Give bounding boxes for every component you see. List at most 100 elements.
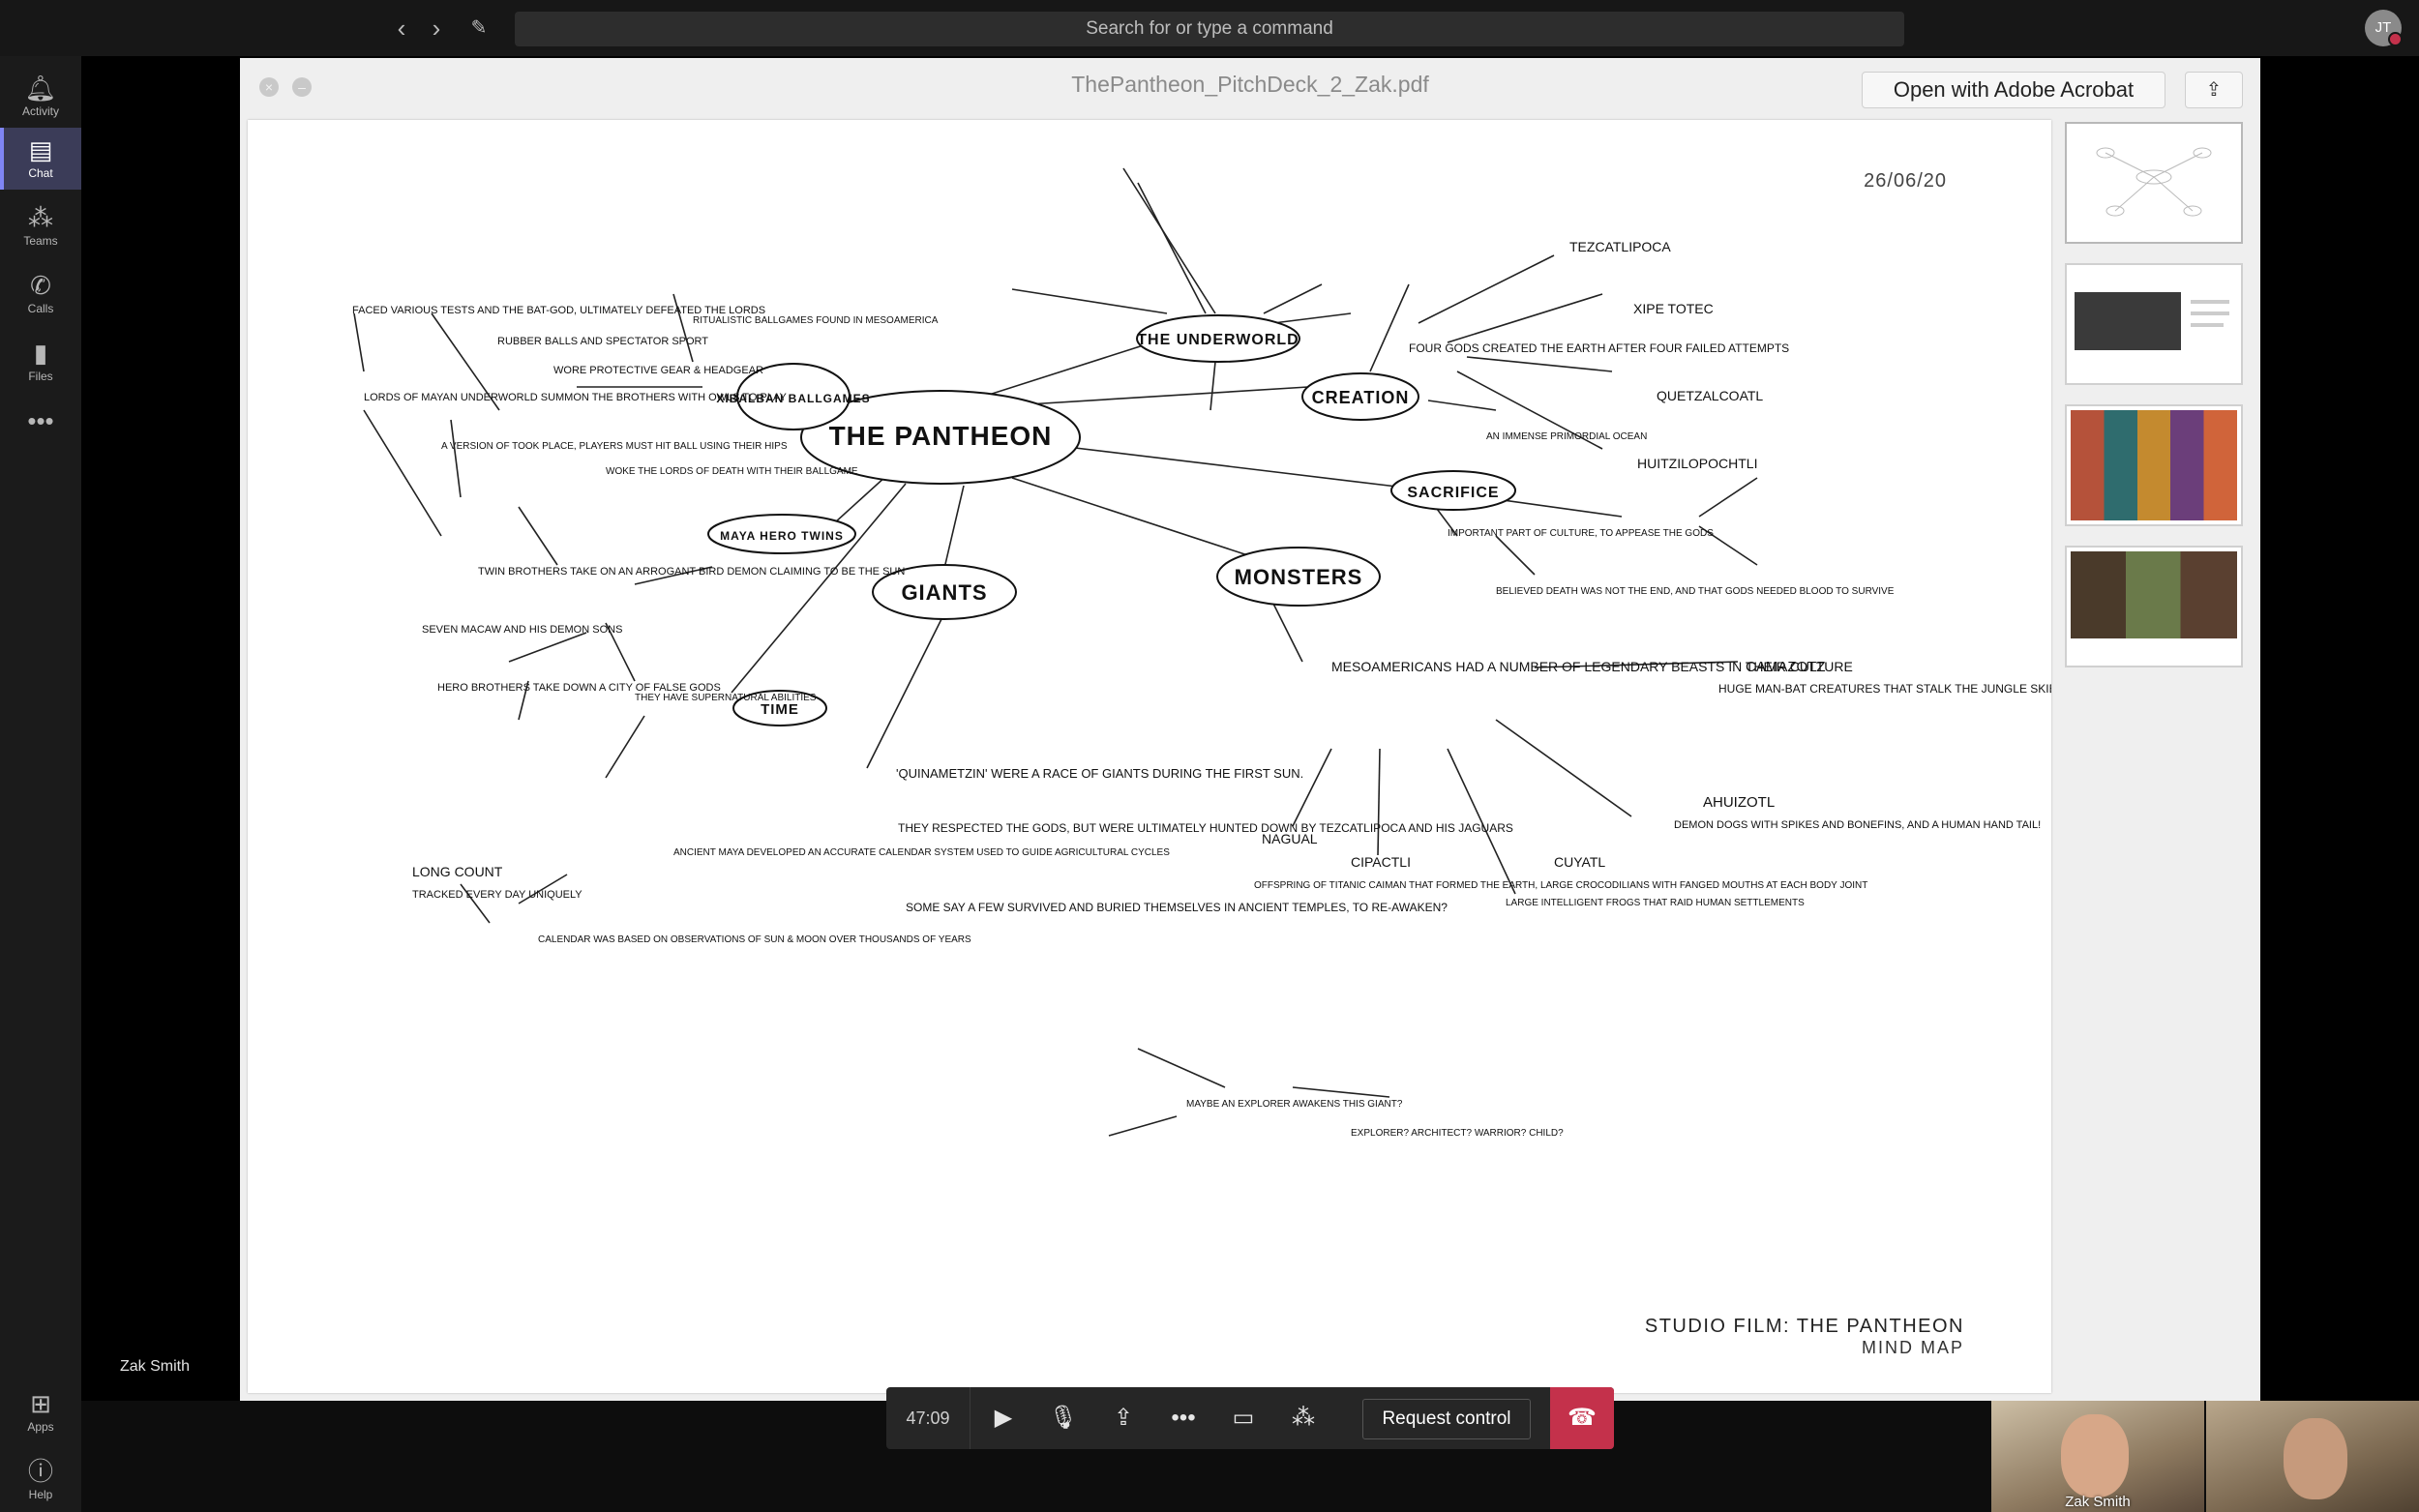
rail-label: Files	[28, 370, 53, 383]
user-avatar[interactable]: JT	[2365, 10, 2403, 46]
thumbnail-photo-grid	[2071, 551, 2237, 638]
call-controls: 47:09 ▶ 🎙︎ ⇪ ••• ▭ ⁂ Request control ☎	[886, 1387, 1614, 1449]
microphone-icon[interactable]: 🎙︎	[1033, 1387, 1093, 1449]
rail-item-apps[interactable]: ⊞ Apps	[0, 1381, 81, 1443]
phone-icon: ✆	[30, 271, 51, 300]
note-twin-brothers: TWIN BROTHERS TAKE ON AN ARROGANT BIRD D…	[478, 566, 905, 578]
footer-title: STUDIO FILM: THE PANTHEON	[1644, 1316, 1964, 1337]
file-icon: ▮	[33, 339, 48, 368]
help-icon: ⓘ	[27, 1457, 53, 1486]
note-lords-maya: LORDS OF MAYAN UNDERWORLD SUMMON THE BRO…	[364, 392, 787, 403]
note-long-count-desc: TRACKED EVERY DAY UNIQUELY	[412, 889, 582, 901]
note-maybe-explorer: MAYBE AN EXPLORER AWAKENS THIS GIANT?	[1186, 1099, 1403, 1110]
note-version: A VERSION OF TOOK PLACE, PLAYERS MUST HI…	[441, 441, 788, 452]
rail-label: Help	[28, 1488, 53, 1501]
giants-label: GIANTS	[901, 580, 987, 605]
note-ahuizotl-desc: DEMON DOGS WITH SPIKES AND BONEFINS, AND…	[1674, 819, 2041, 831]
presence-indicator	[2388, 32, 2403, 46]
compose-icon[interactable]: ✎	[464, 14, 493, 43]
page-thumbnail-4[interactable]	[2065, 546, 2243, 667]
top-bar: ‹ › ✎ Search for or type a command JT	[0, 0, 2419, 56]
participant-tile[interactable]: Zak Smith	[1991, 1401, 2204, 1512]
participant-name: Zak Smith	[2065, 1494, 2131, 1510]
monsters-label: MONSTERS	[1235, 565, 1363, 589]
chat-icon: ▤	[28, 135, 53, 164]
note-cipactli: CIPACTLI	[1351, 854, 1411, 870]
note-ocean: AN IMMENSE PRIMORDIAL OCEAN	[1486, 431, 1647, 442]
note-cipactli-desc: OFFSPRING OF TITANIC CAIMAN THAT FORMED …	[1254, 880, 1867, 891]
open-with-acrobat-button[interactable]: Open with Adobe Acrobat	[1862, 72, 2165, 108]
pdf-viewer: × – ThePantheon_PitchDeck_2_Zak.pdf Open…	[240, 58, 2260, 1401]
page-thumbnail-3[interactable]	[2065, 404, 2243, 526]
page-footer: STUDIO FILM: THE PANTHEON MIND MAP	[1645, 1316, 1964, 1358]
note-long-count: LONG COUNT	[412, 864, 503, 879]
note-ritualistic: RITUALISTIC BALLGAMES FOUND IN MESOAMERI…	[693, 315, 939, 326]
mind-map-labels: THE PANTHEON THE UNDERWORLD CREATION SAC…	[352, 239, 2051, 1139]
note-important: IMPORTANT PART OF CULTURE, TO APPEASE TH…	[1448, 528, 1714, 539]
more-icon: •••	[27, 406, 54, 435]
thumbnail-image	[2075, 292, 2181, 350]
note-respected: THEY RESPECTED THE GODS, BUT WERE ULTIMA…	[898, 821, 1513, 835]
note-rubber-balls: RUBBER BALLS AND SPECTATOR SPORT	[497, 336, 708, 347]
time-label: TIME	[761, 701, 799, 718]
apps-icon: ⊞	[30, 1389, 51, 1418]
thumbnail-collage	[2071, 410, 2237, 520]
teams-icon: ⁂	[28, 203, 53, 232]
participants-icon[interactable]: ⁂	[1273, 1387, 1333, 1449]
share-icon[interactable]: ⇪	[2185, 72, 2243, 108]
note-calendar: CALENDAR WAS BASED ON OBSERVATIONS OF SU…	[538, 934, 971, 945]
note-tezcatlipoca: TEZCATLIPOCA	[1569, 239, 1671, 254]
rail-label: Calls	[27, 302, 54, 315]
presenter-name: Zak Smith	[120, 1358, 191, 1375]
rail-item-activity[interactable]: 🔔︎ Activity	[0, 66, 81, 128]
call-timer: 47:09	[886, 1387, 971, 1449]
note-xipe-totec: XIPE TOTEC	[1633, 301, 1714, 316]
thumbnail-text-line	[2191, 323, 2224, 327]
rail-label: Apps	[27, 1420, 54, 1434]
participant-video	[2284, 1418, 2347, 1499]
request-control-button[interactable]: Request control	[1362, 1399, 1531, 1439]
chevron-right-icon[interactable]: ›	[422, 14, 451, 43]
note-camazotz: CAMAZOTZ	[1746, 659, 1826, 675]
underworld-label: THE UNDERWORLD	[1137, 332, 1299, 348]
pdf-page[interactable]: 26/06/20 THE PANTHEON THE UNDERWORLD CRE…	[248, 120, 2051, 1393]
note-explorer: EXPLORER? ARCHITECT? WARRIOR? CHILD?	[1351, 1128, 1564, 1139]
note-cuyatl-desc: LARGE INTELLIGENT FROGS THAT RAID HUMAN …	[1506, 898, 1805, 908]
note-huitzilopochtli: HUITZILOPOCHTLI	[1637, 456, 1757, 471]
creation-label: CREATION	[1312, 388, 1410, 407]
rail-label: Activity	[21, 104, 59, 118]
rail-item-teams[interactable]: ⁂ Teams	[0, 195, 81, 257]
camera-icon[interactable]: ▶	[973, 1387, 1033, 1449]
share-screen-icon[interactable]: ⇪	[1093, 1387, 1153, 1449]
bell-icon: 🔔︎	[24, 74, 57, 103]
search-input[interactable]: Search for or type a command	[515, 12, 1904, 46]
note-ancient-maya: ANCIENT MAYA DEVELOPED AN ACCURATE CALEN…	[673, 847, 1170, 858]
sacrifice-label: SACRIFICE	[1407, 485, 1499, 501]
rail-item-help[interactable]: ⓘ Help	[0, 1449, 81, 1511]
note-quinametzin: 'QUINAMETZIN' WERE A RACE OF GIANTS DURI…	[896, 766, 1303, 781]
rail-item-calls[interactable]: ✆ Calls	[0, 263, 81, 325]
chevron-left-icon[interactable]: ‹	[387, 14, 416, 43]
mind-map: THE PANTHEON THE UNDERWORLD CREATION SAC…	[352, 167, 2051, 1139]
rail-item-more[interactable]: •••	[0, 399, 81, 447]
chat-panel-icon[interactable]: ▭	[1213, 1387, 1273, 1449]
note-survived: SOME SAY A FEW SURVIVED AND BURIED THEMS…	[906, 901, 1448, 914]
thumbnail-mindmap-preview	[2096, 147, 2212, 217]
thumbnail-text-line	[2191, 311, 2229, 315]
note-lords-death: WOKE THE LORDS OF DEATH WITH THEIR BALLG…	[606, 466, 858, 477]
thumbnail-text-line	[2191, 300, 2229, 304]
rail-item-chat[interactable]: ▤ Chat	[0, 128, 81, 190]
note-seven-macaw: SEVEN MACAW AND HIS DEMON SONS	[422, 624, 622, 636]
participant-tile[interactable]	[2206, 1401, 2419, 1512]
more-options-icon[interactable]: •••	[1153, 1387, 1213, 1449]
note-four-gods: FOUR GODS CREATED THE EARTH AFTER FOUR F…	[1409, 341, 1789, 355]
avatar-initials: JT	[2374, 19, 2392, 36]
note-supernatural: THEY HAVE SUPERNATURAL ABILITIES	[635, 693, 817, 703]
page-thumbnail-1[interactable]	[2065, 122, 2243, 244]
note-cuyatl: CUYATL	[1554, 854, 1605, 870]
note-ahuizotl: AHUIZOTL	[1703, 794, 1775, 811]
rail-item-files[interactable]: ▮ Files	[0, 331, 81, 393]
app-rail: 🔔︎ Activity ▤ Chat ⁂ Teams ✆ Calls ▮ Fil…	[0, 56, 81, 1512]
hang-up-icon[interactable]: ☎	[1550, 1387, 1614, 1449]
page-thumbnail-2[interactable]	[2065, 263, 2243, 385]
